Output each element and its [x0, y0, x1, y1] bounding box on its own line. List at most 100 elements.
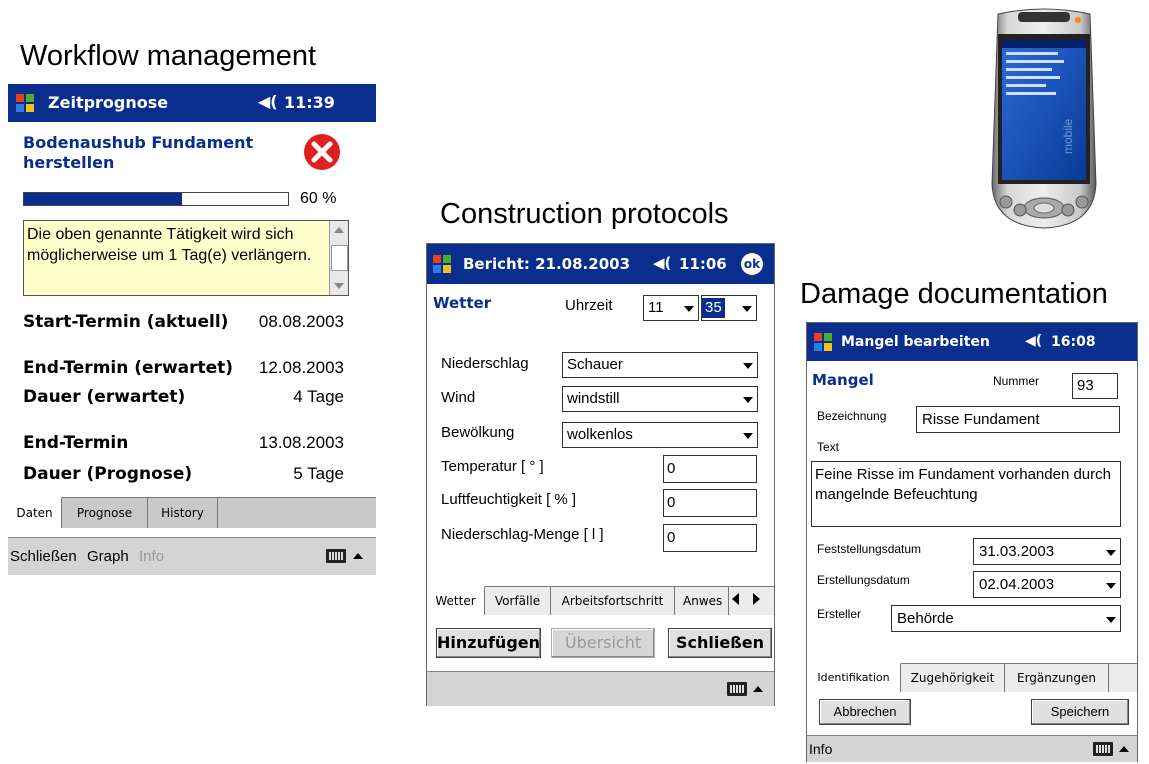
menu-info[interactable]: Info [809, 741, 832, 757]
close-button[interactable]: Schließen [668, 628, 772, 658]
wind-value: windstill [567, 390, 620, 407]
tab-scroll-right-icon[interactable] [753, 593, 760, 605]
row-value: 5 Tage [293, 464, 344, 483]
clock: 11:06 [679, 255, 727, 273]
keyboard-icon[interactable] [727, 682, 747, 696]
field-label: Bewölkung [441, 424, 515, 441]
workflow-screen: Zeitprognose ◀( 11:39 Bodenaushub Fundam… [8, 84, 376, 575]
tab-ergaenzungen[interactable]: Ergänzungen [1005, 664, 1109, 692]
message-box[interactable]: Die oben genannte Tätigkeit wird sich mö… [23, 220, 349, 296]
feststellung-label: Feststellungsdatum [817, 542, 922, 556]
save-button[interactable]: Speichern [1031, 699, 1129, 725]
add-button[interactable]: Hinzufügen [436, 628, 541, 658]
tab-scroll-left-icon[interactable] [732, 593, 739, 605]
nummer-input[interactable]: 93 [1072, 373, 1118, 399]
tab-prognose[interactable]: Prognose [62, 498, 148, 528]
section-title: Wetter [433, 294, 492, 312]
progress-bar [23, 192, 289, 206]
scroll-thumb[interactable] [331, 245, 348, 271]
construction-screen: Bericht: 21.08.2003 ◀( 11:06 ok Wetter U… [426, 243, 775, 706]
minute-select[interactable]: 35 [701, 295, 757, 321]
chevron-down-icon [743, 433, 753, 439]
progress-fill [24, 193, 183, 205]
title-bar: Mangel bearbeiten ◀( 16:08 [807, 323, 1137, 361]
input-menu-icon[interactable] [753, 686, 763, 692]
input-menu-icon[interactable] [1119, 746, 1129, 752]
start-icon[interactable] [14, 92, 36, 114]
bezeichnung-label: Bezeichnung [817, 409, 887, 423]
tab-anwesenheit[interactable]: Anwes [675, 587, 729, 615]
feststellung-select[interactable]: 31.03.2003 [973, 538, 1121, 565]
hour-value: 11 [648, 299, 664, 316]
wind-select[interactable]: windstill [562, 386, 758, 412]
row-label: Dauer (Prognose) [23, 464, 193, 484]
app-title: Bericht: 21.08.2003 [463, 255, 630, 273]
speaker-icon[interactable]: ◀( [653, 254, 671, 272]
task-title: Bodenaushub Fundament herstellen [23, 133, 254, 172]
input-label: Temperatur [ ° ] [441, 458, 544, 475]
tab-daten[interactable]: Daten [8, 497, 62, 528]
temperatur-input[interactable]: 0 [663, 455, 757, 483]
menu-graph[interactable]: Graph [87, 548, 129, 565]
clock: 16:08 [1051, 334, 1096, 350]
chevron-down-icon [1106, 549, 1116, 556]
tab-zugehoerigkeit[interactable]: Zugehörigkeit [901, 664, 1005, 692]
progress-label: 60 % [300, 190, 337, 207]
heading-workflow: Workflow management [20, 40, 317, 72]
bezeichnung-input[interactable]: Risse Fundament [916, 406, 1120, 433]
cancel-button[interactable]: Abbrechen [819, 699, 911, 725]
title-bar: Zeitprognose ◀( 11:39 [8, 84, 376, 122]
speaker-icon[interactable]: ◀( [258, 92, 278, 111]
tab-history[interactable]: History [148, 498, 218, 528]
chevron-down-icon [743, 397, 753, 403]
erstellung-label: Erstellungsdatum [817, 573, 910, 587]
input-label: Luftfeuchtigkeit [ % ] [441, 491, 577, 508]
niederschlag-value: Schauer [567, 356, 623, 373]
svg-text:mobile: mobile [1061, 118, 1075, 154]
tab-arbeitsfortschritt[interactable]: Arbeitsfortschritt [551, 587, 675, 615]
ersteller-select[interactable]: Behörde [891, 605, 1121, 632]
speaker-icon[interactable]: ◀( [1025, 333, 1042, 349]
input-menu-icon[interactable] [353, 553, 363, 559]
keyboard-icon[interactable] [326, 549, 346, 563]
niederschlag-menge-input[interactable]: 0 [663, 524, 757, 552]
title-bar: Bericht: 21.08.2003 ◀( 11:06 ok [427, 244, 774, 284]
erstellung-select[interactable]: 02.04.2003 [973, 571, 1121, 598]
message-scrollbar[interactable] [329, 221, 348, 295]
start-icon[interactable] [812, 331, 834, 353]
niederschlag-select[interactable]: Schauer [562, 352, 758, 378]
scroll-up-icon[interactable] [334, 227, 344, 233]
tab-bar: Identifikation Zugehörigkeit Ergänzungen [807, 663, 1137, 692]
hour-select[interactable]: 11 [643, 295, 699, 321]
bewoelkung-select[interactable]: wolkenlos [562, 422, 758, 448]
nummer-label: Nummer [993, 374, 1040, 388]
luftfeuchtigkeit-input[interactable]: 0 [663, 489, 757, 517]
field-label: Niederschlag [441, 355, 529, 372]
field-label: Wind [441, 389, 476, 406]
message-text: Die oben genannte Tätigkeit wird sich mö… [27, 226, 312, 264]
tab-wetter[interactable]: Wetter [427, 586, 485, 615]
pda-illustration: mobile [991, 8, 1097, 229]
erstellung-value: 02.04.2003 [979, 576, 1055, 593]
ersteller-value: Behörde [897, 610, 954, 627]
ok-button[interactable]: ok [741, 253, 763, 275]
keyboard-icon[interactable] [1093, 742, 1113, 756]
error-icon[interactable] [302, 132, 342, 172]
chevron-down-icon [684, 306, 694, 312]
chevron-down-icon [1106, 616, 1116, 623]
chevron-down-icon [743, 363, 753, 369]
section-title: Mangel [812, 371, 874, 389]
tab-identifikation[interactable]: Identifikation [807, 663, 901, 692]
minute-value: 35 [702, 298, 725, 318]
uhrzeit-label: Uhrzeit [565, 297, 613, 314]
menu-bar: Info [807, 735, 1137, 762]
clock: 11:39 [284, 93, 335, 112]
text-area[interactable]: Feine Risse im Fundament vorhanden durch… [811, 461, 1121, 527]
scroll-down-icon[interactable] [334, 283, 344, 289]
overview-button[interactable]: Übersicht [551, 628, 655, 658]
app-title: Zeitprognose [48, 93, 169, 112]
start-icon[interactable] [431, 253, 453, 275]
menu-close[interactable]: Schließen [10, 548, 77, 565]
app-title: Mangel bearbeiten [841, 334, 990, 350]
tab-vorfaelle[interactable]: Vorfälle [485, 587, 551, 615]
